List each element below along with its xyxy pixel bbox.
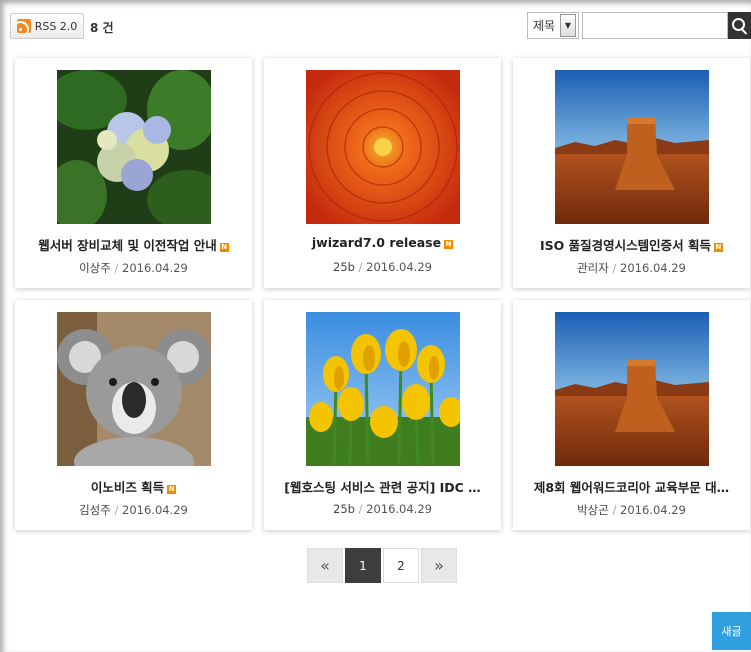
- thumbnail-desert[interactable]: [555, 312, 709, 466]
- card-author: 관리자: [577, 261, 609, 275]
- card-author: 박상곤: [577, 503, 609, 517]
- card-title[interactable]: 이노비즈 획득 N: [21, 477, 246, 496]
- card-title-text[interactable]: 이노비즈 획득: [91, 480, 164, 495]
- card-author: 김성주: [79, 503, 111, 517]
- card-date: 2016.04.29: [366, 260, 432, 274]
- meta-separator: /: [608, 503, 621, 517]
- meta-separator: /: [354, 502, 367, 516]
- meta-separator: /: [110, 503, 123, 517]
- card-title-text[interactable]: 제8회 웹어워드코리아 교육부문 대…: [534, 480, 729, 495]
- search-icon: [731, 17, 745, 31]
- card-author: 25b: [333, 260, 355, 274]
- first-page-button[interactable]: «: [307, 548, 343, 583]
- search-button[interactable]: [728, 12, 751, 39]
- write-button[interactable]: 새글: [712, 612, 751, 650]
- meta-separator: /: [354, 260, 367, 274]
- last-page-button[interactable]: »: [421, 548, 457, 583]
- card-author: 25b: [333, 502, 355, 516]
- rss-label: RSS 2.0: [34, 19, 78, 33]
- card-meta: 김성주 / 2016.04.29: [15, 502, 252, 518]
- card-title[interactable]: jwizard7.0 release N: [270, 235, 495, 250]
- gallery-card[interactable]: [웹호스팅 서비스 관련 공지] IDC … 25b / 2016.04.29: [264, 300, 501, 530]
- thumbnail-koala[interactable]: [57, 312, 211, 466]
- search-input[interactable]: [582, 12, 728, 39]
- meta-separator: /: [608, 261, 621, 275]
- card-meta: 이상주 / 2016.04.29: [15, 260, 252, 276]
- page-2-button[interactable]: 2: [383, 548, 419, 583]
- thumbnail-chrysanthemum[interactable]: [306, 70, 460, 224]
- card-meta: 25b / 2016.04.29: [264, 502, 501, 516]
- card-title[interactable]: 제8회 웹어워드코리아 교육부문 대…: [519, 477, 744, 496]
- card-date: 2016.04.29: [122, 503, 188, 517]
- gallery-card[interactable]: ISO 품질경영시스템인증서 획득 N 관리자 / 2016.04.29: [513, 58, 750, 288]
- card-date: 2016.04.29: [620, 261, 686, 275]
- card-title-text[interactable]: [웹호스팅 서비스 관련 공지] IDC …: [284, 480, 480, 495]
- thumbnail-tulips[interactable]: [306, 312, 460, 466]
- card-meta: 25b / 2016.04.29: [264, 260, 501, 274]
- rss-icon: [16, 19, 31, 33]
- thumbnail-hydrangea[interactable]: [57, 70, 211, 224]
- card-title[interactable]: 웹서버 장비교체 및 이전작업 안내 N: [21, 235, 246, 254]
- card-author: 이상주: [79, 261, 111, 275]
- search-field-value: 제목: [533, 19, 556, 33]
- card-title-text[interactable]: 웹서버 장비교체 및 이전작업 안내: [38, 238, 216, 253]
- card-title-text[interactable]: jwizard7.0 release: [312, 235, 441, 250]
- gallery-card[interactable]: jwizard7.0 release N 25b / 2016.04.29: [264, 58, 501, 288]
- chevron-down-icon: ▼: [560, 14, 576, 37]
- card-date: 2016.04.29: [620, 503, 686, 517]
- card-date: 2016.04.29: [366, 502, 432, 516]
- gallery-card[interactable]: 이노비즈 획득 N 김성주 / 2016.04.29: [15, 300, 252, 530]
- new-badge: N: [167, 485, 177, 494]
- card-title-text[interactable]: ISO 품질경영시스템인증서 획득: [540, 238, 711, 253]
- post-count: 8 건: [90, 21, 114, 35]
- card-meta: 관리자 / 2016.04.29: [513, 260, 750, 276]
- gallery-card[interactable]: 제8회 웹어워드코리아 교육부문 대… 박상곤 / 2016.04.29: [513, 300, 750, 530]
- thumbnail-desert[interactable]: [555, 70, 709, 224]
- card-meta: 박상곤 / 2016.04.29: [513, 502, 750, 518]
- rss-button[interactable]: RSS 2.0: [10, 13, 84, 39]
- card-date: 2016.04.29: [122, 261, 188, 275]
- card-title[interactable]: [웹호스팅 서비스 관련 공지] IDC …: [270, 477, 495, 496]
- gallery-card[interactable]: 웹서버 장비교체 및 이전작업 안내 N 이상주 / 2016.04.29: [15, 58, 252, 288]
- search-field-select[interactable]: 제목 ▼: [527, 12, 579, 39]
- pagination: « 1 2 »: [307, 548, 457, 583]
- new-badge: N: [713, 243, 723, 252]
- page-1-button[interactable]: 1: [345, 548, 381, 583]
- meta-separator: /: [110, 261, 123, 275]
- new-badge: N: [444, 240, 454, 249]
- card-title[interactable]: ISO 품질경영시스템인증서 획득 N: [519, 235, 744, 254]
- new-badge: N: [219, 243, 229, 252]
